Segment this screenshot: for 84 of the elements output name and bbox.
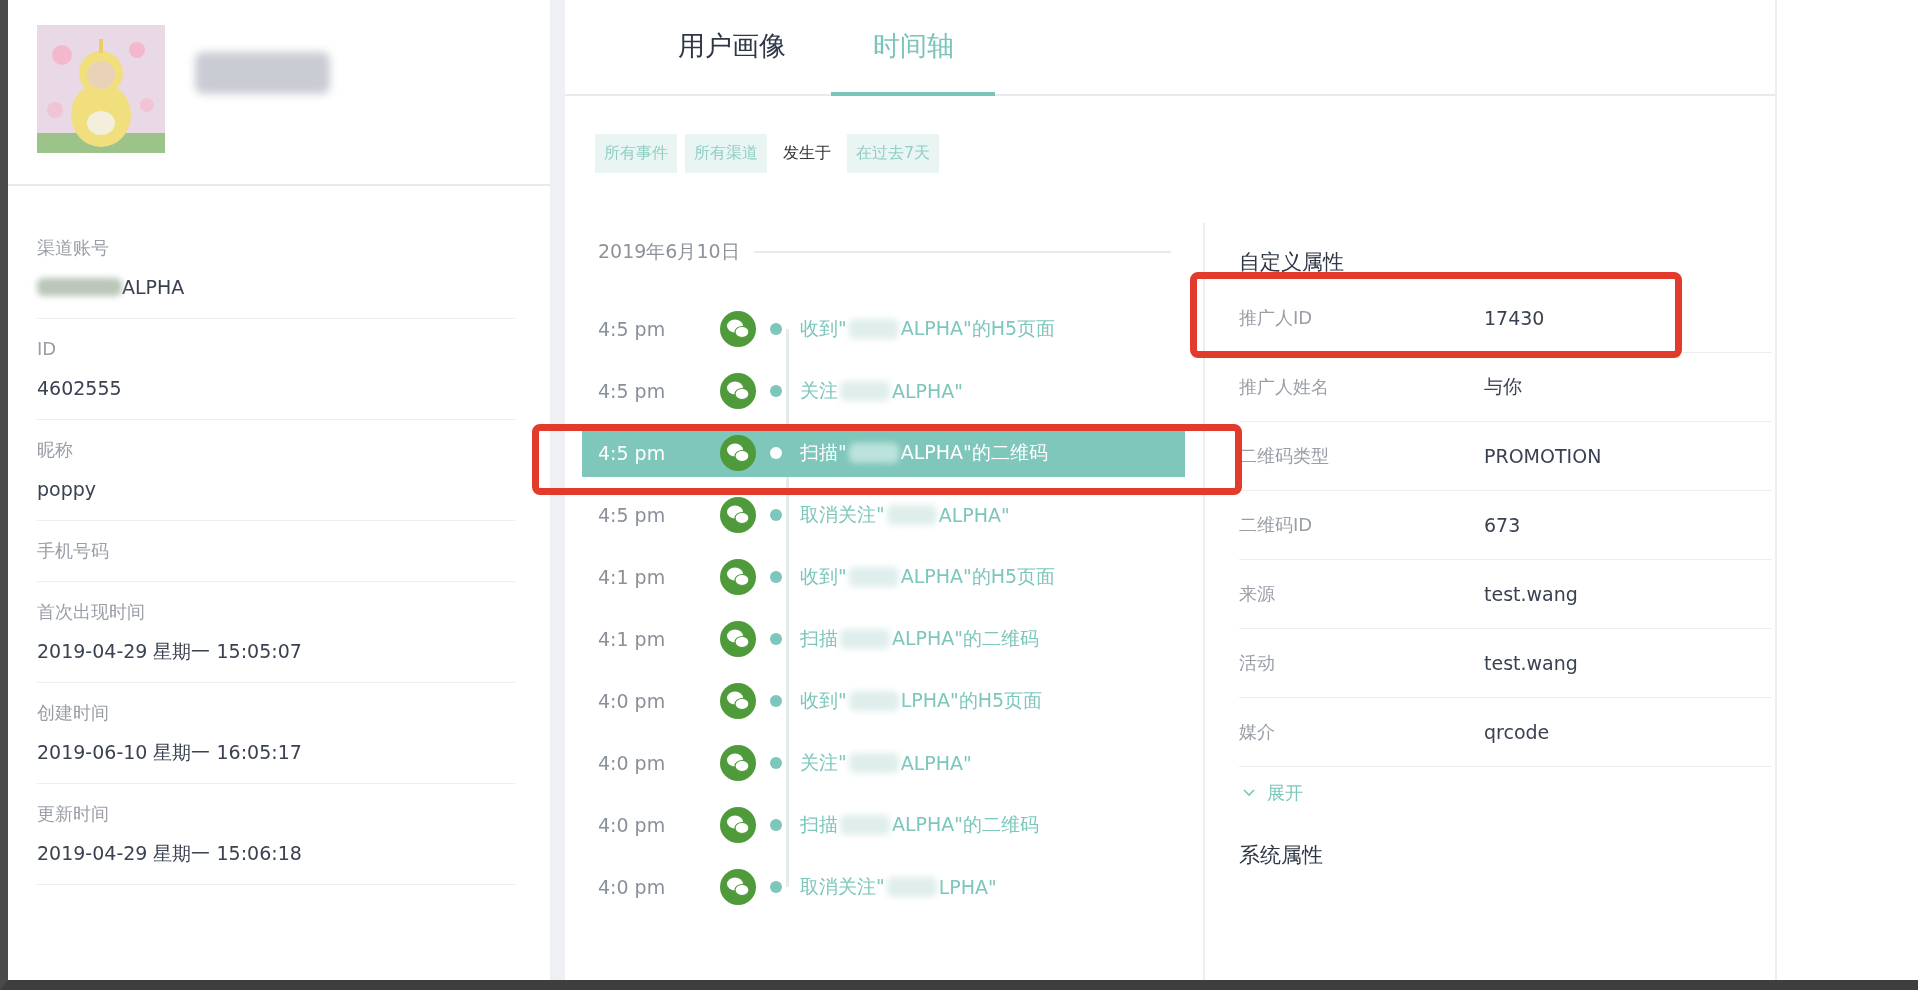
property-value: 17430	[1484, 307, 1545, 329]
timeline-dot	[770, 633, 782, 645]
timeline-event[interactable]: 4:1 pm 扫描 ALPHA"的二维码	[582, 615, 1185, 663]
chat-bubbles-icon	[720, 373, 756, 409]
timeline-dot	[770, 509, 782, 521]
event-time: 4:5 pm	[598, 504, 667, 526]
chat-bubbles-icon	[720, 807, 756, 843]
event-text: 扫描 ALPHA"的二维码	[800, 626, 1040, 651]
event-time: 4:1 pm	[598, 628, 667, 650]
field-label: 首次出现时间	[37, 600, 146, 624]
event-text: 取消关注" LPHA"	[800, 874, 997, 900]
chat-bubbles-icon	[720, 497, 756, 533]
expand-link[interactable]: 展开	[1239, 767, 1303, 819]
event-time: 4:0 pm	[598, 690, 667, 712]
event-time: 4:5 pm	[598, 318, 667, 340]
field-label: 手机号码	[37, 539, 110, 563]
timeline-dot	[770, 695, 782, 707]
timeline-event[interactable]: 4:0 pm 扫描 ALPHA"的二维码	[582, 801, 1185, 849]
timeline-dot	[770, 571, 782, 583]
property-value: PROMOTION	[1484, 445, 1602, 467]
field-value: 2019-04-29 星期一 15:06:18	[37, 841, 302, 866]
chat-bubbles-icon	[720, 869, 756, 905]
field-value: 2019-04-29 星期一 15:05:07	[37, 639, 302, 664]
property-label: 活动	[1239, 651, 1276, 675]
chat-bubbles-icon	[720, 683, 756, 719]
field-value: 4602555	[37, 376, 122, 401]
property-value: test.wang	[1484, 652, 1578, 674]
date-heading: 2019年6月10日	[598, 239, 740, 264]
event-time: 4:0 pm	[598, 752, 667, 774]
filter-label: 发生于	[782, 143, 832, 164]
timeline-event[interactable]: 4:0 pm 取消关注" LPHA"	[582, 863, 1185, 911]
property-label: 媒介	[1239, 720, 1276, 744]
chat-bubbles-icon	[720, 745, 756, 781]
timeline-event[interactable]: 4:0 pm 收到" LPHA"的H5页面	[582, 677, 1185, 725]
field-label: 渠道账号	[37, 236, 110, 260]
timeline-dot	[770, 323, 782, 335]
event-time: 4:0 pm	[598, 814, 667, 836]
section-title: 自定义属性	[1239, 249, 1345, 276]
field-label: 创建时间	[37, 701, 110, 725]
field-value: poppy	[37, 477, 97, 502]
event-time: 4:1 pm	[598, 566, 667, 588]
event-text: 收到" ALPHA"的H5页面	[800, 564, 1056, 589]
chevron-down-icon	[1243, 789, 1255, 797]
property-value: 与你	[1484, 374, 1522, 399]
timeline-event[interactable]: 4:0 pm 关注" ALPHA"	[582, 739, 1185, 787]
event-text: 扫描 ALPHA"的二维码	[800, 812, 1040, 837]
event-text: 关注" ALPHA"	[800, 750, 972, 776]
timeline-event[interactable]: 4:5 pm 收到" ALPHA"的H5页面	[582, 305, 1185, 353]
section-title: 系统属性	[1239, 842, 1324, 869]
field-value: 2019-06-10 星期一 16:05:17	[37, 740, 302, 765]
event-time: 4:5 pm	[598, 380, 667, 402]
timeline-dot	[770, 447, 782, 459]
field-label: ID	[37, 337, 58, 361]
field-label: 更新时间	[37, 802, 110, 826]
chat-bubbles-icon	[720, 435, 756, 471]
property-value: qrcode	[1484, 721, 1550, 743]
tab[interactable]: 用户画像	[657, 0, 807, 96]
property-label: 二维码ID	[1239, 513, 1314, 537]
timeline-dot	[770, 819, 782, 831]
event-time: 4:0 pm	[598, 876, 667, 898]
field-value: ALPHA	[122, 275, 185, 300]
tab[interactable]: 时间轴	[831, 0, 995, 96]
property-value: test.wang	[1484, 583, 1578, 605]
chat-bubbles-icon	[720, 621, 756, 657]
timeline-dot	[770, 757, 782, 769]
event-text: 关注 ALPHA"	[800, 378, 964, 404]
event-text: 收到" ALPHA"的H5页面	[800, 316, 1056, 341]
chat-bubbles-icon	[720, 311, 756, 347]
property-label: 推广人姓名	[1239, 375, 1330, 399]
chat-bubbles-icon	[720, 559, 756, 595]
event-text: 收到" LPHA"的H5页面	[800, 688, 1043, 713]
property-value: 673	[1484, 514, 1521, 536]
event-text: 扫描" ALPHA"的二维码	[800, 440, 1048, 465]
timeline-dot	[770, 385, 782, 397]
timeline-dot	[770, 881, 782, 893]
timeline-event[interactable]: 4:5 pm 关注 ALPHA"	[582, 367, 1185, 415]
timeline-event[interactable]: 4:5 pm 扫描" ALPHA"的二维码	[582, 429, 1185, 477]
event-time: 4:5 pm	[598, 442, 667, 464]
event-text: 取消关注" ALPHA"	[800, 502, 1010, 528]
timeline-event[interactable]: 4:1 pm 收到" ALPHA"的H5页面	[582, 553, 1185, 601]
property-label: 来源	[1239, 582, 1276, 606]
field-label: 昵称	[37, 438, 74, 462]
property-label: 推广人ID	[1239, 306, 1314, 330]
timeline-event[interactable]: 4:5 pm 取消关注" ALPHA"	[582, 491, 1185, 539]
